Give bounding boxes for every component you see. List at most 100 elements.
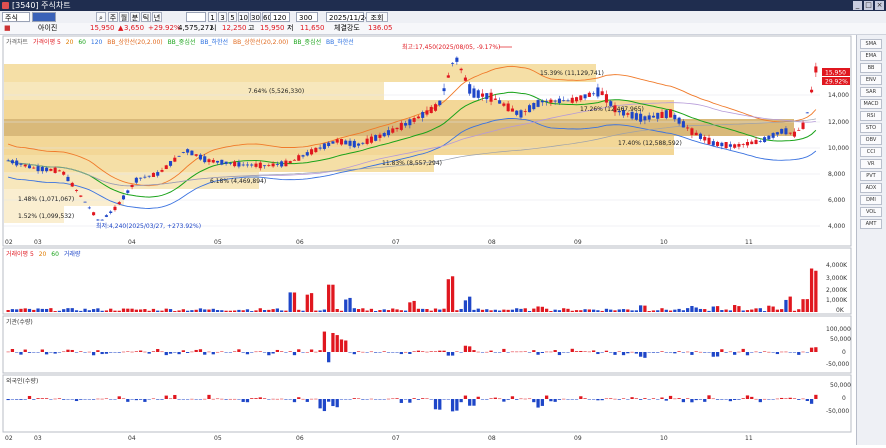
- foreign-bar: [395, 398, 399, 399]
- candle-body: [771, 133, 775, 138]
- sidebar-tool-sar[interactable]: SAR: [860, 87, 882, 97]
- minute-input[interactable]: [186, 12, 206, 22]
- volume-bar: [151, 308, 156, 312]
- foreign-bar: [19, 399, 23, 400]
- sidebar-tool-sto[interactable]: STO: [860, 123, 882, 133]
- view-count-input[interactable]: 300: [296, 12, 318, 22]
- foreign-bar: [211, 398, 215, 400]
- minute-btn-4[interactable]: 30: [250, 12, 261, 22]
- foreign-bar: [245, 399, 250, 403]
- foreign-bar: [408, 399, 412, 403]
- period-btn-3[interactable]: 틱: [141, 12, 151, 22]
- candle-body: [134, 177, 138, 183]
- volume-bar: [220, 310, 224, 312]
- candle-body: [463, 77, 467, 81]
- minute-btn-2[interactable]: 5: [228, 12, 237, 22]
- search-button[interactable]: 조회: [366, 12, 388, 22]
- inst-bar: [801, 351, 805, 353]
- minute-btn-3[interactable]: 10: [238, 12, 249, 22]
- candle-body: [527, 105, 532, 113]
- close-icon[interactable]: ×: [875, 1, 884, 10]
- inst-bar: [254, 351, 258, 353]
- sidebar-tool-obv[interactable]: OBV: [860, 135, 882, 145]
- foreign-bar: [130, 399, 134, 400]
- inst-bar: [27, 352, 32, 353]
- foreign-bar: [745, 395, 750, 399]
- sidebar-tool-env[interactable]: ENV: [860, 75, 882, 85]
- count-input[interactable]: 120: [270, 12, 290, 22]
- volume-bar: [254, 310, 258, 312]
- candle-body: [532, 103, 536, 110]
- code-input[interactable]: [32, 12, 56, 22]
- volume-bar: [233, 310, 237, 312]
- foreign-bar: [626, 399, 630, 400]
- sidebar-tool-macd[interactable]: MACD: [860, 99, 882, 109]
- sidebar-tool-sma[interactable]: SMA: [860, 39, 882, 49]
- candle-body: [62, 171, 66, 175]
- inst-bar: [613, 352, 617, 355]
- inst-bar: [194, 349, 198, 352]
- candle-body: [416, 116, 420, 119]
- sidebar-tool-bb[interactable]: BB: [860, 63, 882, 73]
- inst-bar: [382, 351, 386, 352]
- period-btn-2[interactable]: 분: [130, 12, 140, 22]
- inst-bar: [724, 352, 728, 353]
- sidebar-tool-vr[interactable]: VR: [860, 159, 882, 169]
- svg-text:0K: 0K: [836, 307, 845, 314]
- foreign-bar: [297, 397, 301, 399]
- annotation-high: 최고:17,450(2025/08/05, -9.17%): [402, 43, 500, 51]
- volume-bar: [468, 296, 472, 312]
- candle-body: [233, 161, 237, 167]
- period-btn-1[interactable]: 월: [119, 12, 129, 22]
- volume-bar: [164, 308, 168, 312]
- foreign-bar: [352, 398, 356, 399]
- search-icon[interactable]: ⌕: [96, 12, 106, 22]
- period-btn-4[interactable]: 년: [152, 12, 162, 22]
- minute-btn-0[interactable]: 1: [208, 12, 217, 22]
- chart-area[interactable]: 가격차트 가격이평 5 20 60 120 BB_상한선(20,2.00) BB…: [0, 35, 856, 445]
- inst-bar: [126, 351, 130, 352]
- volume-bar: [267, 309, 271, 312]
- candle-body: [515, 110, 519, 115]
- inst-bar: [553, 350, 557, 352]
- volume-bar: [686, 308, 690, 312]
- inst-bar: [694, 351, 698, 352]
- chart-canvas[interactable]: 가격차트 가격이평 5 20 60 120 BB_상한선(20,2.00) BB…: [0, 35, 856, 445]
- date-input[interactable]: 2025/11/24: [326, 12, 369, 22]
- sidebar-tool-pvt[interactable]: PVT: [860, 171, 882, 181]
- foreign-bar: [181, 399, 185, 400]
- foreign-bar: [378, 399, 382, 400]
- foreign-bar: [609, 398, 613, 399]
- sidebar-tool-amt[interactable]: AMT: [860, 219, 882, 229]
- sidebar-tool-adx[interactable]: ADX: [860, 183, 882, 193]
- volume-bar: [664, 309, 668, 312]
- band-11-83: [4, 155, 434, 172]
- sidebar-tool-ema[interactable]: EMA: [860, 51, 882, 61]
- minute-btn-1[interactable]: 3: [218, 12, 227, 22]
- volume-bar: [344, 299, 348, 312]
- foreign-bar: [527, 398, 532, 400]
- sidebar-tool-vol[interactable]: VOL: [860, 207, 882, 217]
- sidebar-tool-dmi[interactable]: DMI: [860, 195, 882, 205]
- market-select[interactable]: 주식: [2, 12, 30, 22]
- inst-bar: [647, 352, 651, 353]
- volume-bar: [96, 308, 100, 312]
- inst-bar: [788, 352, 792, 353]
- candle-body: [109, 211, 113, 213]
- foreign-bar: [583, 398, 587, 399]
- volume-bar: [617, 309, 621, 312]
- volume-bar: [250, 311, 254, 312]
- foreign-bar: [258, 397, 262, 399]
- candle-body: [690, 128, 694, 135]
- foreign-bar: [87, 399, 91, 400]
- volume-bar: [40, 308, 44, 312]
- minimize-icon[interactable]: _: [853, 1, 862, 10]
- maximize-icon[interactable]: □: [864, 1, 873, 10]
- volume-bar: [339, 310, 344, 312]
- sidebar-tool-cci[interactable]: CCI: [860, 147, 882, 157]
- period-btn-0[interactable]: 주: [108, 12, 118, 22]
- sidebar-tool-rsi[interactable]: RSI: [860, 111, 882, 121]
- inst-bar: [143, 351, 147, 353]
- volume-bar: [771, 306, 775, 312]
- volume-bar: [724, 309, 728, 312]
